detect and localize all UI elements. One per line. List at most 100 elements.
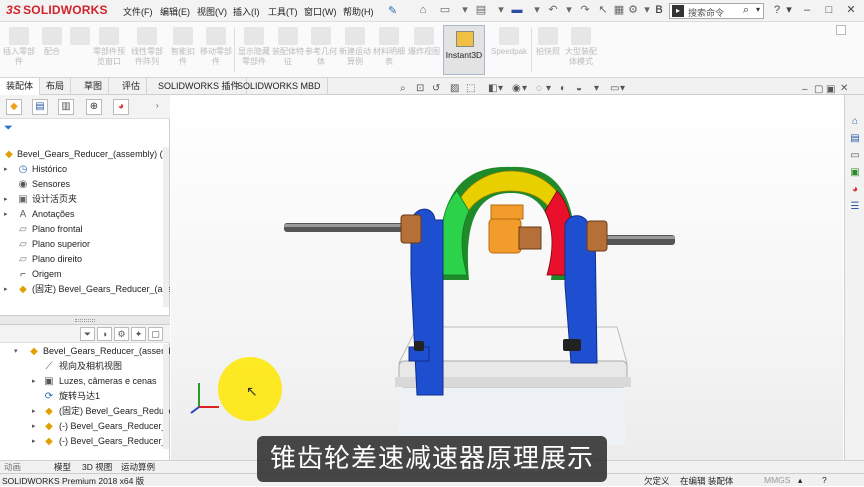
chevron-down-icon[interactable]: ▾ — [522, 83, 527, 94]
hide-show-icon[interactable]: ◌ — [536, 83, 542, 94]
solidworks-logo[interactable]: 3S SOLIDWORKS — [6, 3, 108, 17]
expand-arrow-icon[interactable]: ▸ — [4, 192, 12, 207]
display-tree-scrollbar[interactable] — [163, 344, 169, 449]
tree-item-annotations[interactable]: ▸ A Anotações — [0, 207, 170, 222]
rebuild-icon[interactable]: ▦ — [612, 4, 626, 17]
display-item-part-3[interactable]: ▸ ◆ (-) Bevel_Gears_Reducer_(as — [0, 434, 170, 449]
feature-tree-tab-icon[interactable]: ◆ — [6, 99, 22, 115]
dimxpert-tab-icon[interactable]: ⊕ — [86, 99, 102, 115]
pane-splitter[interactable] — [0, 315, 170, 325]
expand-arrow-icon[interactable]: ▸ — [32, 434, 40, 449]
menu-insert[interactable]: 插入(I) — [233, 5, 260, 18]
redo-icon[interactable]: ↷ — [578, 4, 592, 17]
ribbon-insert-components-button[interactable]: 插入零部件 — [3, 25, 35, 75]
filter-icon[interactable]: ⏷ — [80, 327, 95, 341]
ribbon-exploded-view-button[interactable]: 爆炸视图 — [407, 25, 441, 75]
menu-tools[interactable]: 工具(T) — [268, 5, 298, 18]
open-icon[interactable]: ▤ — [474, 4, 488, 17]
tree-item-front-plane[interactable]: ▱ Plano frontal — [0, 222, 170, 237]
expand-arrow-icon[interactable]: ▸ — [4, 282, 12, 297]
large-assembly-mode-button[interactable]: 大型装配体模式 — [565, 25, 597, 75]
close-icon[interactable]: ✕ — [844, 3, 858, 17]
zoom-area-icon[interactable]: ⊡ — [416, 83, 424, 94]
chevron-up-icon[interactable]: ▴ — [798, 475, 802, 486]
pin-icon[interactable]: ✎ — [388, 4, 397, 17]
viewport-restore-icon[interactable]: ▢ — [814, 84, 823, 95]
file-explorer-icon[interactable]: ▭ — [848, 149, 862, 163]
appearance-icon[interactable]: ◑ — [97, 327, 112, 341]
scene-icon[interactable]: ◒ — [576, 83, 582, 94]
edit-appearance-icon[interactable]: ◐ — [560, 83, 566, 94]
settings-gear-icon[interactable]: ⚙ — [114, 327, 129, 341]
ribbon-linear-pattern-button[interactable]: 线性零部件阵列 — [128, 25, 166, 75]
tree-item-history[interactable]: ▸ ◷ Histórico — [0, 162, 170, 177]
menu-window[interactable]: 窗口(W) — [304, 5, 337, 18]
search-command-input[interactable]: ▸ 搜索命令 ⌕ ▾ — [669, 3, 764, 19]
ribbon-component-preview-button[interactable]: 零部件预览窗口 — [92, 25, 126, 75]
expand-arrow-icon[interactable]: ▸ — [4, 162, 12, 177]
tab-layout[interactable]: 布局 — [40, 78, 72, 95]
ribbon-expand-button[interactable] — [836, 25, 846, 35]
display-item-motor[interactable]: ⟳ 旋转马达1 — [0, 389, 170, 404]
undo-icon[interactable]: ↶ — [546, 4, 560, 17]
expand-arrow-icon[interactable]: ▸ — [32, 374, 40, 389]
ribbon-show-hidden-button[interactable]: 显示隐藏零部件 — [237, 25, 271, 75]
chevron-down-icon[interactable]: ▾ — [546, 83, 551, 94]
tab-assembly[interactable]: 装配体 — [0, 78, 41, 95]
viewport-tile-icon[interactable]: ▣ — [826, 84, 835, 95]
chevron-down-icon[interactable]: ▾ — [562, 4, 576, 17]
snapshot-button[interactable]: 拍快照 — [533, 25, 563, 75]
section-view-icon[interactable]: ▨ — [450, 83, 459, 94]
expand-arrow-icon[interactable]: ▸ — [4, 207, 12, 222]
tree-item-origin[interactable]: ⌐ Origem — [0, 267, 170, 282]
ribbon-move-component-button[interactable]: 移动零部件 — [200, 25, 232, 75]
ribbon-new-motion-study-button[interactable]: 新建运动算例 — [339, 25, 371, 75]
home-icon[interactable]: ⌂ — [416, 4, 430, 17]
display-item-lights[interactable]: ▸ ▣ Luzes, câmeras e cenas — [0, 374, 170, 389]
tree-item-right-plane[interactable]: ▱ Plano direito — [0, 252, 170, 267]
chevron-down-icon[interactable]: ▾ — [594, 83, 599, 94]
ribbon-preview-window-button[interactable] — [70, 25, 90, 75]
display-item-camera-views[interactable]: ⟋ 视向及相机视图 — [0, 359, 170, 374]
collapse-arrow-icon[interactable]: ▾ — [14, 344, 22, 359]
chevron-down-icon[interactable]: ▾ — [620, 83, 625, 94]
view-palette-icon[interactable]: ▣ — [848, 166, 862, 180]
view-settings-icon[interactable]: ▭ — [610, 83, 619, 94]
appearances-icon[interactable]: ◕ — [848, 183, 862, 197]
menu-view[interactable]: 视图(V) — [197, 5, 227, 18]
splitter-grip[interactable] — [75, 319, 95, 322]
design-library-icon[interactable]: ▤ — [848, 132, 862, 146]
ribbon-mate-button[interactable]: 配合 — [36, 25, 68, 75]
tree-item-sensors[interactable]: ◉ Sensores — [0, 177, 170, 192]
display-manager-tab-icon[interactable]: ◕ — [113, 99, 129, 115]
minimize-icon[interactable]: – — [800, 3, 814, 17]
viewport-minimize-icon[interactable]: – — [802, 84, 808, 95]
tree-scrollbar[interactable] — [163, 147, 169, 307]
chevron-down-icon[interactable]: ▾ — [458, 4, 472, 17]
tree-item-fixed-part[interactable]: ▸ ◆ (固定) Bevel_Gears_Reducer_(ass — [0, 282, 170, 297]
menu-edit[interactable]: 编辑(E) — [160, 5, 190, 18]
print-icon[interactable]: ▬ — [510, 4, 524, 17]
property-manager-tab-icon[interactable]: ▤ — [32, 99, 48, 115]
tab-solidworks-mbd[interactable]: SOLIDWORKS MBD — [231, 78, 328, 95]
viewport-close-icon[interactable]: ✕ — [840, 83, 848, 94]
tree-item-top-plane[interactable]: ▱ Plano superior — [0, 237, 170, 252]
view-orientation-icon[interactable]: ◧ — [488, 83, 497, 94]
ribbon-smart-fasteners-button[interactable]: 智能扣件 — [168, 25, 198, 75]
tree-item-design-binder[interactable]: ▸ ▣ 设计活页夹 — [0, 192, 170, 207]
configuration-manager-tab-icon[interactable]: ▥ — [58, 99, 74, 115]
unit-system[interactable]: MMGS — [764, 475, 790, 485]
instant3d-button[interactable]: Instant3D — [443, 25, 485, 75]
previous-view-icon[interactable]: ↺ — [432, 83, 440, 94]
chevron-down-icon[interactable]: ▾ — [498, 83, 503, 94]
menu-file[interactable]: 文件(F) — [123, 5, 153, 18]
ribbon-reference-geometry-button[interactable]: 参考几何体 — [305, 25, 337, 75]
solidworks-resources-icon[interactable]: ⌂ — [848, 115, 862, 129]
tab-evaluate[interactable]: 评估 — [116, 78, 148, 95]
speedpak-button[interactable]: Speedpak — [489, 25, 529, 75]
scene-icon[interactable]: ▢ — [148, 327, 163, 341]
chevron-down-icon[interactable]: ▾ — [530, 4, 544, 17]
display-item-part-1[interactable]: ▸ ◆ (固定) Bevel_Gears_Reducer_ — [0, 404, 170, 419]
display-tree-root[interactable]: ▾ ◆ Bevel_Gears_Reducer_(assembly — [0, 344, 170, 359]
dynamic-annotation-icon[interactable]: ⬚ — [466, 83, 475, 94]
